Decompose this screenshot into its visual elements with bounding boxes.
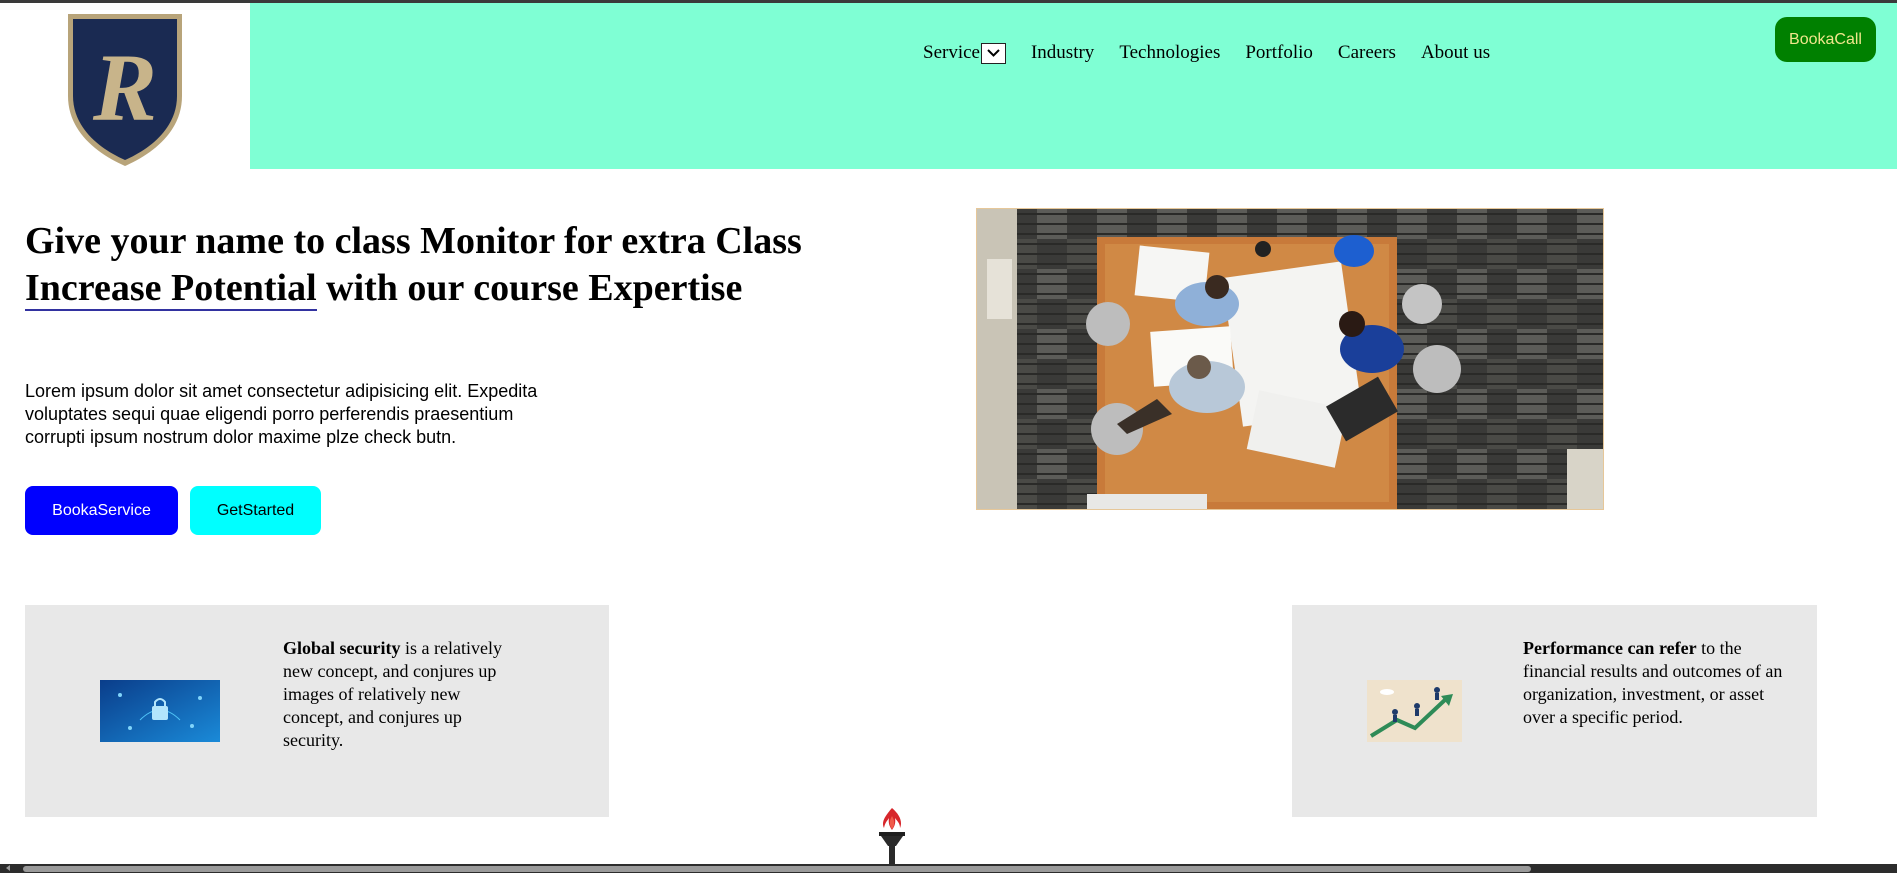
nav-about-us[interactable]: About us bbox=[1421, 42, 1490, 64]
global-security-text: Global security is a relatively new conc… bbox=[283, 637, 515, 752]
hero-title: Give your name to class Monitor for extr… bbox=[25, 218, 855, 312]
nav-service[interactable]: Service bbox=[923, 42, 1006, 64]
nav-service-label[interactable]: Service bbox=[923, 42, 980, 64]
performance-card: Performance can refer to the financial r… bbox=[1292, 605, 1817, 817]
performance-bold: Performance can refer bbox=[1523, 638, 1697, 658]
torch-icon bbox=[879, 808, 905, 864]
nav-portfolio[interactable]: Portfolio bbox=[1245, 42, 1313, 64]
scrollbar-thumb[interactable] bbox=[23, 866, 1531, 872]
logo-shield-icon: R bbox=[68, 14, 182, 166]
nav-technologies[interactable]: Technologies bbox=[1119, 42, 1220, 64]
hero-title-highlight: Increase Potential bbox=[25, 267, 317, 311]
nav-careers[interactable]: Careers bbox=[1338, 42, 1396, 64]
global-security-card: Global security is a relatively new conc… bbox=[25, 605, 609, 817]
hero-description: Lorem ipsum dolor sit amet consectetur a… bbox=[25, 381, 538, 447]
book-service-button[interactable]: BookaService bbox=[25, 486, 178, 535]
main-nav: Service Industry Technologies Portfolio … bbox=[923, 42, 1515, 64]
horizontal-scrollbar[interactable] bbox=[0, 864, 1897, 873]
hero-image bbox=[976, 208, 1604, 510]
performance-image bbox=[1367, 680, 1462, 742]
performance-text: Performance can refer to the financial r… bbox=[1523, 637, 1795, 729]
global-security-bold: Global security bbox=[283, 638, 401, 658]
book-call-button[interactable]: BookaCall bbox=[1775, 17, 1876, 62]
top-navbar: Service Industry Technologies Portfolio … bbox=[250, 3, 1897, 169]
nav-industry[interactable]: Industry bbox=[1031, 42, 1094, 64]
logo-container[interactable]: R bbox=[0, 3, 250, 169]
security-image bbox=[100, 680, 220, 742]
chevron-down-icon[interactable] bbox=[980, 42, 1006, 64]
hero-title-part1: Give your name to class Monitor for extr… bbox=[25, 220, 802, 262]
hero-title-part2: with our course Expertise bbox=[316, 267, 743, 309]
scroll-left-arrow-icon[interactable] bbox=[6, 865, 10, 871]
svg-text:R: R bbox=[92, 34, 157, 141]
get-started-button[interactable]: GetStarted bbox=[190, 486, 321, 535]
